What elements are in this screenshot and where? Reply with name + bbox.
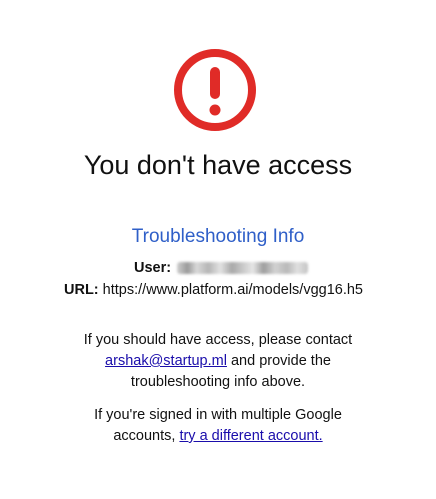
user-info: User: — [134, 259, 309, 277]
contact-line-2-suffix: and provide the — [226, 353, 331, 369]
troubleshooting-title: Troubleshooting Info — [131, 226, 305, 247]
switch-account-message: If you're signed in with multiple Google… — [0, 405, 436, 447]
try-different-account-link[interactable]: try a different account. — [179, 428, 322, 444]
contact-message: If you should have access, please contac… — [0, 330, 436, 393]
page-title: You don't have access — [83, 150, 353, 180]
contact-email-link[interactable]: arshak@startup.ml — [105, 353, 227, 369]
redacted-user-value — [177, 262, 309, 275]
contact-line-3: troubleshooting info above. — [130, 374, 306, 390]
url-info: URL: https://www.platform.ai/models/vgg1… — [64, 281, 363, 299]
exclamation-circle-icon — [174, 49, 256, 131]
url-label: URL: — [64, 282, 99, 298]
switch-line-1: If you're signed in with multiple Google — [94, 407, 342, 423]
switch-line-2-prefix: accounts, — [113, 428, 180, 444]
contact-line-1: If you should have access, please contac… — [83, 332, 353, 348]
url-value: https://www.platform.ai/models/vgg16.h5 — [102, 282, 363, 298]
access-denied-page: You don't have access Troubleshooting In… — [0, 0, 436, 499]
user-label: User: — [134, 260, 172, 276]
